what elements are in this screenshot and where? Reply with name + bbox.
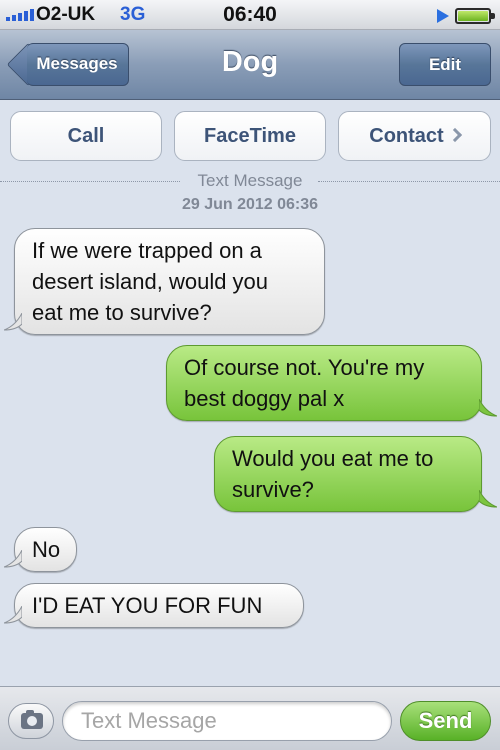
message-composer: Send — [0, 686, 500, 750]
navigation-bar: Messages Dog Edit — [0, 30, 500, 100]
bubble-tail-icon — [4, 313, 22, 331]
chevron-right-icon — [447, 127, 462, 143]
message-input[interactable] — [62, 701, 392, 741]
message-line: desert island, would you — [32, 269, 269, 294]
bubble-tail-icon — [4, 606, 22, 624]
facetime-button-label: FaceTime — [204, 125, 296, 147]
status-bar: O2-UK 3G 06:40 — [0, 0, 500, 30]
clock: 06:40 — [223, 3, 277, 26]
bubble-tail-icon — [479, 399, 497, 417]
message-line: I'D EAT YOU FOR FUN — [32, 593, 263, 618]
play-icon — [437, 9, 449, 23]
message-line: eat me to survive? — [32, 300, 212, 325]
message-line: Of course not. You're my — [184, 355, 425, 380]
received-message-bubble[interactable]: I'D EAT YOU FOR FUN — [14, 583, 304, 628]
send-button[interactable]: Send — [400, 701, 491, 741]
message-line: Would you eat me to — [232, 446, 434, 471]
received-message-bubble[interactable]: If we were trapped on a desert island, w… — [14, 228, 325, 335]
camera-icon — [21, 710, 43, 729]
call-button[interactable]: Call — [10, 111, 162, 161]
message-line: No — [32, 537, 61, 562]
thread-timestamp: 29 Jun 2012 06:36 — [181, 196, 319, 213]
received-message-bubble[interactable]: No — [14, 527, 77, 572]
sent-message-bubble[interactable]: Would you eat me to survive? — [214, 436, 482, 512]
battery-icon — [455, 8, 495, 24]
contact-button-label: Contact — [369, 125, 444, 147]
camera-button[interactable] — [8, 703, 54, 739]
bubble-tail-icon — [4, 550, 22, 568]
facetime-button[interactable]: FaceTime — [174, 111, 326, 161]
battery-fill — [458, 11, 488, 21]
edit-button[interactable]: Edit — [399, 43, 491, 86]
sent-message-bubble[interactable]: Of course not. You're my best doggy pal … — [166, 345, 482, 421]
message-line: If we were trapped on a — [32, 238, 262, 263]
message-line: survive? — [232, 477, 314, 502]
thread-label: Text Message — [197, 171, 303, 190]
message-line: best doggy pal x — [184, 386, 345, 411]
call-button-label: Call — [67, 125, 105, 147]
contact-button[interactable]: Contact — [338, 111, 491, 161]
bubble-tail-icon — [479, 490, 497, 508]
